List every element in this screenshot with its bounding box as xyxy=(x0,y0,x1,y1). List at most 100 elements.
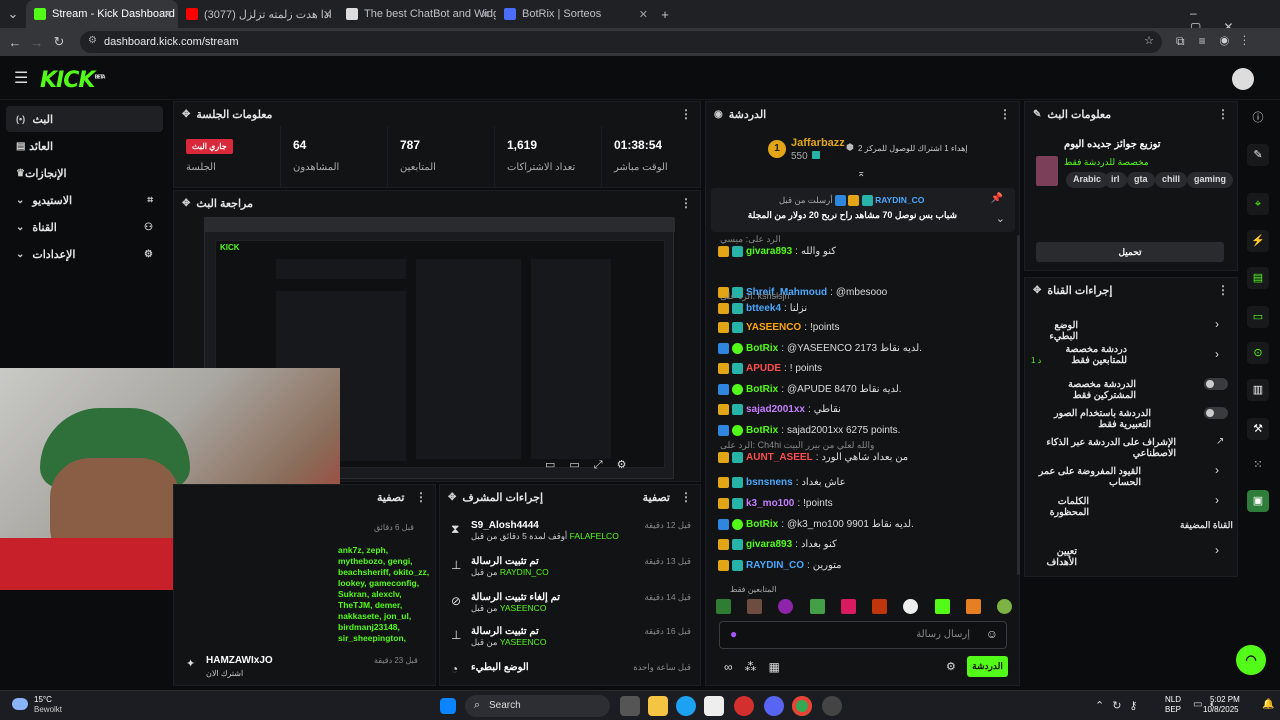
edge-icon[interactable] xyxy=(676,696,696,716)
dots-icon[interactable]: ⁙ xyxy=(1247,454,1269,476)
drag-handle-icon[interactable]: ✥ xyxy=(182,109,190,120)
chat-input[interactable]: ● إرسال رسالة ☺ xyxy=(719,621,1007,649)
back-icon[interactable]: ← xyxy=(4,35,26,50)
chat-username[interactable]: btteek4 xyxy=(746,303,781,314)
chat-username[interactable]: sajad2001xx xyxy=(746,404,805,415)
task-view-icon[interactable] xyxy=(620,696,640,716)
send-chat-button[interactable]: الدردشة xyxy=(967,656,1008,677)
chat-username[interactable]: RAYDIN_CO xyxy=(746,560,804,571)
file-explorer-icon[interactable] xyxy=(648,696,668,716)
chat-username[interactable]: givara893 xyxy=(746,539,792,550)
preview-controls[interactable]: ▭▭⤢⚙ xyxy=(545,458,640,472)
reload-icon[interactable]: ↻ xyxy=(48,34,70,50)
more-options-icon[interactable]: ⋮ xyxy=(680,107,692,121)
layout-icon[interactable]: ▥ xyxy=(1247,379,1269,401)
emote-icon[interactable] xyxy=(872,599,888,614)
stream-tag[interactable]: gta xyxy=(1127,172,1155,188)
obs-icon[interactable] xyxy=(822,696,842,716)
lightning-icon[interactable]: ⚡ xyxy=(1247,230,1269,252)
category-thumbnail[interactable] xyxy=(1036,156,1058,186)
browser-tab-botrix[interactable]: BotRix | Sorteos ✕ xyxy=(496,0,654,28)
emote-icon[interactable] xyxy=(965,599,981,614)
pin-icon[interactable]: 📌 xyxy=(991,193,1003,204)
support-chat-icon[interactable]: ◠ xyxy=(1236,645,1266,675)
chevron-right-icon[interactable]: › xyxy=(1215,347,1219,361)
filter-label[interactable]: تصفية xyxy=(377,491,404,504)
chat-username[interactable]: BotRix xyxy=(746,519,778,530)
channel-action-ai-moderation[interactable]: الإشراف على الدردشة عبر الذكاء الاصطناعي xyxy=(1031,437,1176,459)
windows-start-icon[interactable] xyxy=(440,698,456,714)
avatar[interactable] xyxy=(1232,68,1254,90)
event-username[interactable]: HAMZAWIxJO xyxy=(206,655,273,666)
chat-username[interactable]: bsnsnens xyxy=(746,477,793,488)
discord-icon[interactable] xyxy=(764,696,784,716)
leaderboard-username[interactable]: Jaffarbazz xyxy=(791,137,845,149)
broadcast-icon[interactable]: ⊙ xyxy=(1247,342,1269,364)
keyboard-label[interactable]: BEP xyxy=(1165,705,1181,714)
document-icon[interactable]: ▤ xyxy=(1247,267,1269,289)
emote-icon[interactable] xyxy=(778,599,794,614)
mod-action-by[interactable]: YASEENCO xyxy=(500,637,547,647)
language-label[interactable]: NLD xyxy=(1165,695,1181,704)
hamburger-menu-icon[interactable]: ☰ xyxy=(14,68,28,88)
filter-label[interactable]: تصفية xyxy=(643,491,670,504)
emote-icon[interactable] xyxy=(903,599,919,614)
collapse-icon[interactable]: ⌅ xyxy=(857,168,865,179)
chat-username[interactable]: AUNT_ASEEL xyxy=(746,452,813,463)
more-options-icon[interactable]: ⋮ xyxy=(999,107,1011,121)
more-options-icon[interactable]: ⋮ xyxy=(415,490,427,504)
pinned-author[interactable]: RAYDIN_CO xyxy=(875,195,924,205)
sidebar-item-stream[interactable]: (•) البث xyxy=(6,106,163,132)
chat-username[interactable]: givara893 xyxy=(746,246,792,257)
chat-scrollbar[interactable] xyxy=(1017,235,1020,575)
chat-username[interactable]: BotRix xyxy=(746,384,778,395)
emoji-icon[interactable]: ☺ xyxy=(986,627,998,641)
chevron-right-icon[interactable]: › xyxy=(1215,543,1219,557)
drag-handle-icon[interactable]: ✥ xyxy=(448,492,456,503)
chevron-down-icon[interactable]: ⌄ xyxy=(996,212,1005,225)
chat-username[interactable]: APUDE xyxy=(746,363,781,374)
channel-action-banned-words[interactable]: الكلمات المحظورة xyxy=(1031,496,1089,518)
chrome-icon[interactable] xyxy=(792,696,812,716)
chat-username[interactable]: BotRix xyxy=(746,343,778,354)
scan-icon[interactable]: ⌖ xyxy=(1247,193,1269,215)
site-info-icon[interactable]: ⚙ xyxy=(88,35,97,46)
edit-stream-button[interactable]: تحميل xyxy=(1036,242,1224,262)
chat-username[interactable]: YASEENCO xyxy=(746,322,801,333)
stream-tag[interactable]: Arabic xyxy=(1066,172,1109,188)
emote-icon[interactable] xyxy=(934,599,950,614)
url-input[interactable]: dashboard.kick.com/stream ⚙ ☆ xyxy=(80,31,1162,53)
sidebar-item-achievements[interactable]: ♛ الإنجازات xyxy=(6,160,163,186)
stream-tag[interactable]: gaming xyxy=(1187,172,1234,188)
taskbar-search[interactable]: ⌕ Search xyxy=(465,695,610,717)
chevron-right-icon[interactable]: › xyxy=(1215,463,1219,477)
chat-username[interactable]: BotRix xyxy=(746,425,778,436)
close-icon[interactable]: ✕ xyxy=(639,8,648,21)
drag-handle-icon[interactable]: ✥ xyxy=(182,198,190,209)
emote-icon[interactable] xyxy=(996,599,1012,614)
opera-icon[interactable] xyxy=(734,696,754,716)
sidebar-item-revenue[interactable]: ▤ العائد xyxy=(6,133,163,159)
clock-date[interactable]: 10/8/2025 xyxy=(1203,705,1239,714)
browser-tab-chatbot[interactable]: The best ChatBot and Widgets ✕ xyxy=(338,0,496,28)
emote-icon[interactable] xyxy=(840,599,856,614)
chevron-right-icon[interactable]: › xyxy=(1215,317,1219,331)
chat-tools-icons[interactable]: ∞⁂▦ xyxy=(724,660,792,674)
edit-icon[interactable]: ✎ xyxy=(1247,144,1269,166)
sidebar-item-channel[interactable]: ⌄ القناة ⚇ xyxy=(6,214,163,240)
stream-tag[interactable]: chill xyxy=(1155,172,1188,188)
more-options-icon[interactable]: ⋮ xyxy=(1217,283,1229,297)
channel-action-goals[interactable]: تعيين الأهداف xyxy=(1031,546,1077,568)
new-tab-icon[interactable]: + xyxy=(654,7,676,22)
sidebar-item-settings[interactable]: ⌄ الإعدادات ⚙ xyxy=(6,241,163,267)
mod-action-by[interactable]: FALAFELCO xyxy=(570,531,619,541)
mod-action-by[interactable]: YASEENCO xyxy=(500,603,547,613)
channel-action-account-age[interactable]: القيود المفروضة على عمر الحساب xyxy=(1031,466,1141,488)
close-icon[interactable]: ✕ xyxy=(481,8,490,21)
more-options-icon[interactable]: ⋮ xyxy=(680,196,692,210)
browser-toolbar-icons[interactable]: ⧉≡◉⋮ xyxy=(1176,34,1260,49)
more-options-icon[interactable]: ⋮ xyxy=(1217,107,1229,121)
kick-logo[interactable]: KICKBETA xyxy=(40,68,106,93)
more-options-icon[interactable]: ⋮ xyxy=(680,490,692,504)
gear-icon[interactable]: ⚙ xyxy=(946,660,956,673)
